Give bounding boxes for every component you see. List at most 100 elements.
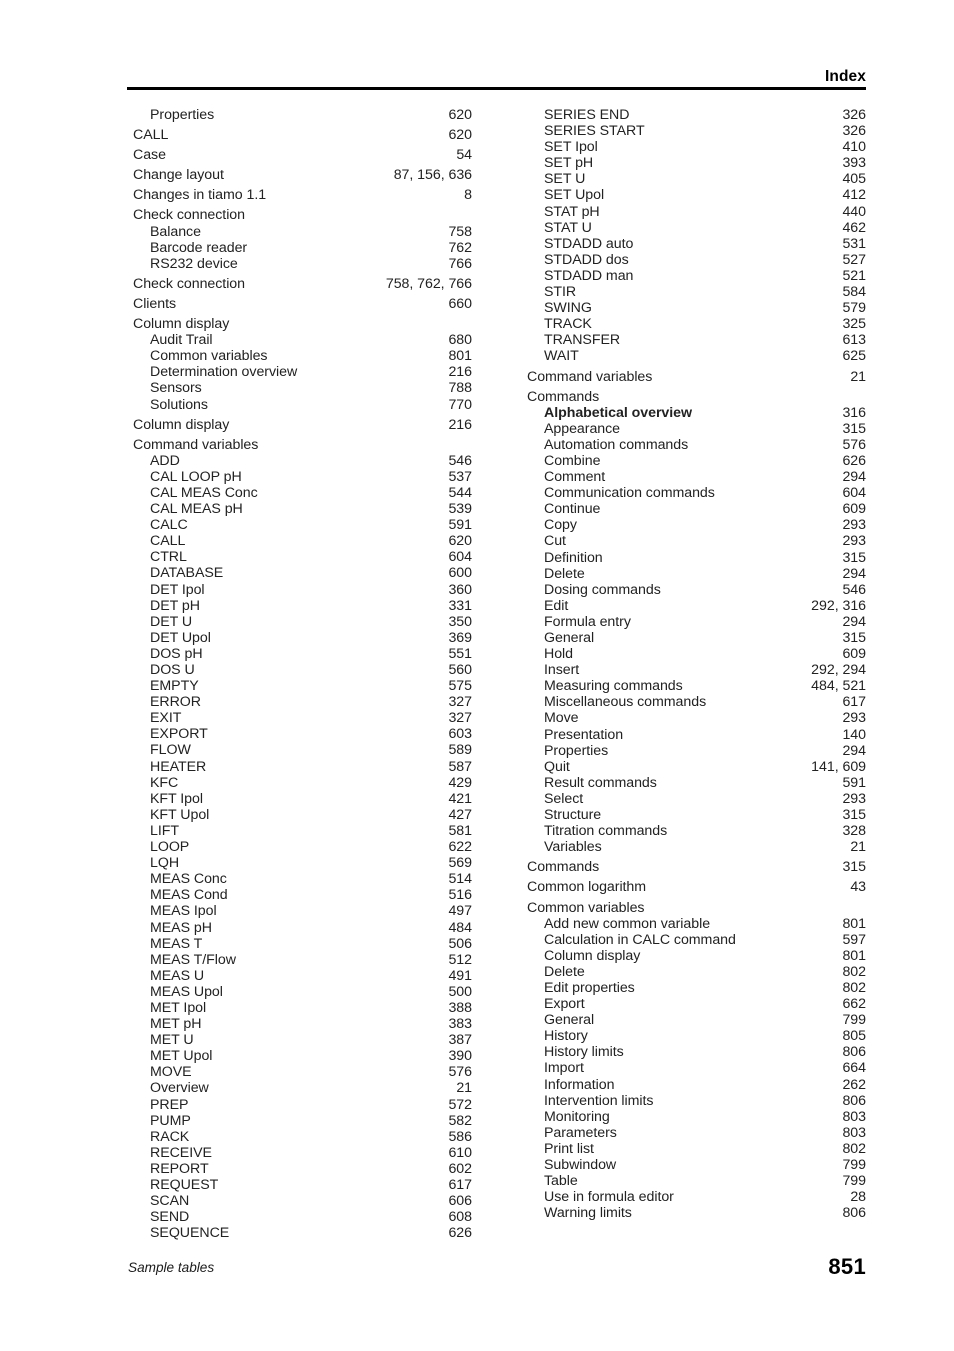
index-entry-pages[interactable]: 806 [842, 1044, 866, 1060]
index-entry[interactable]: Appearance 315 [521, 421, 866, 437]
index-entry-pages[interactable]: 539 [448, 501, 472, 517]
index-entry-pages[interactable]: 292, 316 [811, 598, 866, 614]
index-entry[interactable]: Import 664 [521, 1060, 866, 1076]
index-entry[interactable]: Clients 660 [127, 296, 472, 312]
index-entry-pages[interactable]: 581 [448, 823, 472, 839]
index-entry-pages[interactable]: 802 [842, 1141, 866, 1157]
index-entry-pages[interactable]: 560 [448, 662, 472, 678]
index-entry[interactable]: Properties 620 [127, 107, 472, 123]
index-entry[interactable]: MET Ipol 388 [127, 1000, 472, 1016]
index-entry[interactable]: FLOW 589 [127, 742, 472, 758]
index-entry[interactable]: MEAS T 506 [127, 936, 472, 952]
index-entry-pages[interactable]: 514 [448, 871, 472, 887]
index-entry[interactable]: DOS pH 551 [127, 646, 472, 662]
index-entry-pages[interactable]: 799 [842, 1012, 866, 1028]
index-entry-pages[interactable]: 328 [842, 823, 866, 839]
index-entry[interactable]: Cut 293 [521, 533, 866, 549]
index-entry[interactable]: Presentation 140 [521, 727, 866, 743]
index-entry-pages[interactable]: 544 [448, 485, 472, 501]
index-entry-pages[interactable]: 609 [842, 501, 866, 517]
index-entry[interactable]: RECEIVE 610 [127, 1145, 472, 1161]
index-entry[interactable]: Calculation in CALC command 597 [521, 932, 866, 948]
index-entry[interactable]: Sensors 788 [127, 380, 472, 396]
index-entry-pages[interactable]: 216 [448, 364, 472, 380]
index-entry-pages[interactable]: 758 [448, 224, 472, 240]
index-entry-pages[interactable]: 617 [842, 694, 866, 710]
index-entry-pages[interactable]: 462 [842, 220, 866, 236]
index-entry-pages[interactable]: 584 [842, 284, 866, 300]
index-entry[interactable]: LIFT 581 [127, 823, 472, 839]
index-entry[interactable]: MEAS pH 484 [127, 920, 472, 936]
index-entry-pages[interactable]: 360 [448, 582, 472, 598]
index-entry-pages[interactable]: 28 [850, 1189, 866, 1205]
index-entry[interactable]: Table 799 [521, 1173, 866, 1189]
index-entry[interactable]: Column display 801 [521, 948, 866, 964]
index-entry[interactable]: Commands [521, 389, 866, 405]
index-entry-pages[interactable]: 440 [842, 204, 866, 220]
index-entry-pages[interactable]: 43 [850, 879, 866, 895]
index-entry-pages[interactable]: 546 [842, 582, 866, 598]
index-entry-pages[interactable]: 597 [842, 932, 866, 948]
index-entry-pages[interactable]: 587 [448, 759, 472, 775]
index-entry-pages[interactable]: 610 [448, 1145, 472, 1161]
index-entry-pages[interactable]: 803 [842, 1109, 866, 1125]
index-entry[interactable]: CAL MEAS pH 539 [127, 501, 472, 517]
index-entry[interactable]: Delete 294 [521, 566, 866, 582]
index-entry[interactable]: EMPTY 575 [127, 678, 472, 694]
index-entry-pages[interactable]: 388 [448, 1000, 472, 1016]
index-entry-pages[interactable]: 802 [842, 980, 866, 996]
index-entry[interactable]: Common logarithm 43 [521, 879, 866, 895]
index-entry-pages[interactable]: 602 [448, 1161, 472, 1177]
index-entry[interactable]: Select 293 [521, 791, 866, 807]
index-entry[interactable]: DOS U 560 [127, 662, 472, 678]
index-entry[interactable]: Determination overview 216 [127, 364, 472, 380]
index-entry[interactable]: SET pH 393 [521, 155, 866, 171]
index-entry[interactable]: Properties 294 [521, 743, 866, 759]
index-entry[interactable]: General 799 [521, 1012, 866, 1028]
index-entry[interactable]: DATABASE 600 [127, 565, 472, 581]
index-entry[interactable]: MEAS Upol 500 [127, 984, 472, 1000]
index-entry[interactable]: Formula entry 294 [521, 614, 866, 630]
index-entry-pages[interactable]: 576 [448, 1064, 472, 1080]
index-entry-pages[interactable]: 662 [842, 996, 866, 1012]
index-entry[interactable]: SEQUENCE 626 [127, 1225, 472, 1241]
index-entry-pages[interactable]: 660 [448, 296, 472, 312]
index-entry-pages[interactable]: 806 [842, 1205, 866, 1221]
index-entry[interactable]: MEAS Cond 516 [127, 887, 472, 903]
index-entry[interactable]: Information 262 [521, 1077, 866, 1093]
index-entry[interactable]: Monitoring 803 [521, 1109, 866, 1125]
index-entry-pages[interactable]: 326 [842, 107, 866, 123]
index-entry-pages[interactable]: 591 [842, 775, 866, 791]
index-entry-pages[interactable]: 421 [448, 791, 472, 807]
index-entry-pages[interactable]: 315 [842, 807, 866, 823]
index-entry[interactable]: CALL 620 [127, 127, 472, 143]
index-entry[interactable]: WAIT 625 [521, 348, 866, 364]
index-entry[interactable]: Overview 21 [127, 1080, 472, 1096]
index-entry[interactable]: RS232 device 766 [127, 256, 472, 272]
index-entry[interactable]: Column display [127, 316, 472, 332]
index-entry-pages[interactable]: 569 [448, 855, 472, 871]
index-entry[interactable]: Balance 758 [127, 224, 472, 240]
index-entry-pages[interactable]: 551 [448, 646, 472, 662]
index-entry[interactable]: CALC 591 [127, 517, 472, 533]
index-entry-pages[interactable]: 21 [850, 369, 866, 385]
index-entry-pages[interactable]: 21 [850, 839, 866, 855]
index-entry[interactable]: MEAS Ipol 497 [127, 903, 472, 919]
index-entry-pages[interactable]: 620 [448, 127, 472, 143]
index-entry-pages[interactable]: 54 [456, 147, 472, 163]
index-entry-pages[interactable]: 315 [842, 421, 866, 437]
index-entry[interactable]: SERIES END 326 [521, 107, 866, 123]
index-entry-pages[interactable]: 327 [448, 710, 472, 726]
index-entry-pages[interactable]: 546 [448, 453, 472, 469]
index-entry[interactable]: Automation commands 576 [521, 437, 866, 453]
index-entry[interactable]: Print list 802 [521, 1141, 866, 1157]
index-entry[interactable]: RACK 586 [127, 1129, 472, 1145]
index-entry[interactable]: Continue 609 [521, 501, 866, 517]
index-entry[interactable]: Structure 315 [521, 807, 866, 823]
index-entry-pages[interactable]: 87, 156, 636 [394, 167, 472, 183]
index-entry[interactable]: Warning limits 806 [521, 1205, 866, 1221]
index-entry-pages[interactable]: 799 [842, 1173, 866, 1189]
index-entry-pages[interactable]: 315 [842, 630, 866, 646]
index-entry[interactable]: PREP 572 [127, 1097, 472, 1113]
index-entry-pages[interactable]: 579 [842, 300, 866, 316]
